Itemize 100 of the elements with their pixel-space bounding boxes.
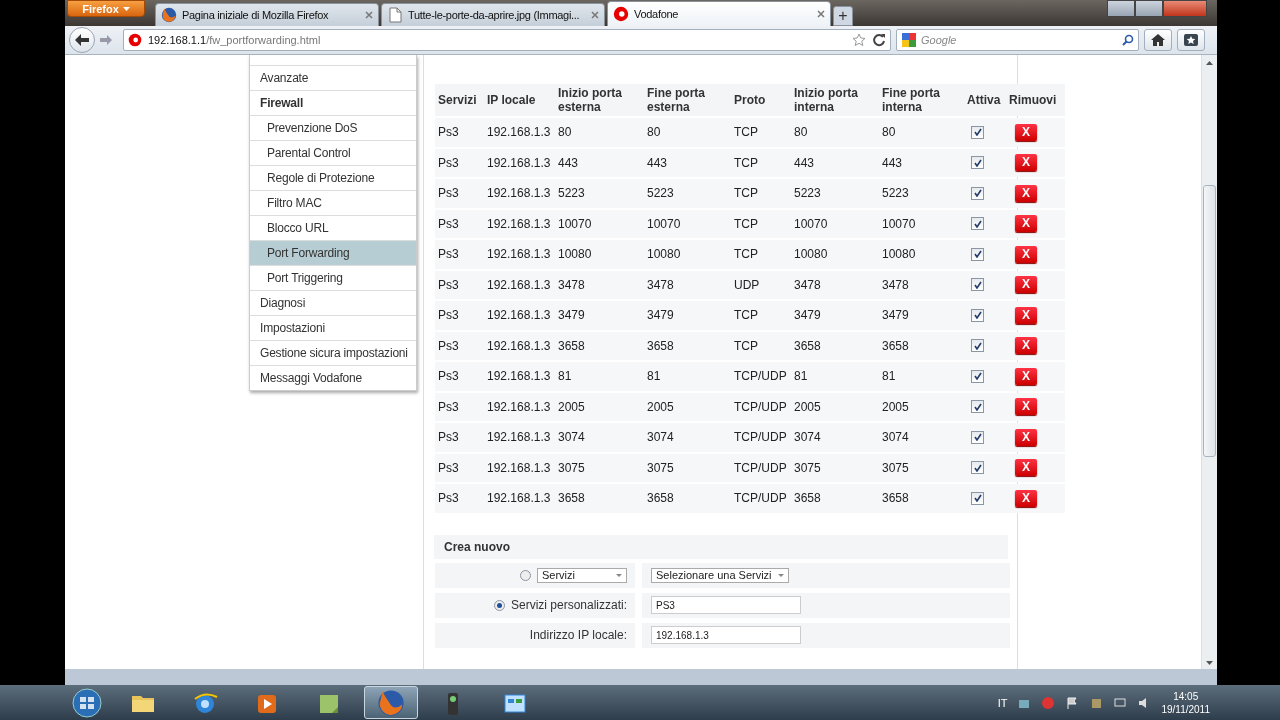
checkbox[interactable]	[971, 278, 984, 292]
table-cell: TCP/UDP	[731, 453, 791, 482]
check-icon	[973, 311, 982, 320]
nav-item[interactable]: Gestione sicura impostazioni	[250, 340, 416, 365]
checkbox[interactable]	[971, 339, 984, 353]
reload-icon[interactable]	[872, 33, 886, 47]
scroll-down-icon[interactable]	[1206, 661, 1213, 665]
scrollbar-thumb[interactable]	[1203, 185, 1216, 457]
table-cell: 3479	[644, 301, 731, 330]
flag-icon[interactable]	[1065, 695, 1080, 710]
table-cell: 192.168.1.3	[484, 484, 555, 513]
remove-button[interactable]: X	[1015, 123, 1037, 141]
remove-button[interactable]: X	[1015, 215, 1037, 233]
browser-tab[interactable]: Vodafone	[607, 1, 831, 26]
check-icon	[973, 189, 982, 198]
input-field[interactable]: PS3	[651, 596, 801, 614]
remove-button[interactable]: X	[1015, 428, 1037, 446]
nav-item[interactable]: Diagnosi	[250, 290, 416, 315]
nav-item[interactable]: Port Triggering	[250, 265, 416, 290]
nav-item[interactable]: Firewall	[250, 90, 416, 115]
star-icon[interactable]	[852, 33, 866, 47]
remove-button[interactable]: X	[1015, 184, 1037, 202]
remove-button[interactable]: X	[1015, 154, 1037, 172]
close-icon[interactable]	[591, 11, 599, 19]
input-field[interactable]: 192.168.1.3	[651, 626, 801, 644]
minimize-button[interactable]	[1107, 0, 1135, 17]
table-cell: 10070	[644, 209, 731, 238]
column-header: Fine porta esterna	[644, 84, 731, 116]
remove-button[interactable]: X	[1015, 245, 1037, 263]
table-cell: 10080	[791, 240, 879, 269]
table-cell: Ps3	[435, 331, 484, 360]
check-icon	[973, 219, 982, 228]
search-field[interactable]: Google	[896, 29, 1139, 51]
checkbox[interactable]	[971, 156, 984, 170]
close-icon[interactable]	[817, 10, 825, 18]
table-cell: 5223	[555, 179, 644, 208]
nav-item[interactable]: Impostazioni	[250, 315, 416, 340]
field-label: Servizi personalizzati:	[510, 598, 627, 612]
scroll-up-icon[interactable]	[1206, 61, 1213, 65]
table-cell: Ps3	[435, 301, 484, 330]
clock-time: 14:05	[1173, 689, 1199, 703]
table-cell: 10070	[555, 209, 644, 238]
check-icon	[973, 372, 982, 381]
radio-button[interactable]	[520, 569, 531, 581]
radio-button[interactable]	[493, 599, 505, 611]
globe-icon	[377, 688, 405, 717]
table-cell: 3075	[791, 453, 879, 482]
back-button[interactable]	[69, 27, 95, 53]
checkbox[interactable]	[971, 125, 984, 139]
table-cell: Ps3	[435, 118, 484, 147]
remove-button[interactable]: X	[1015, 306, 1037, 324]
checkbox[interactable]	[971, 247, 984, 261]
taskbar-button[interactable]	[364, 686, 418, 719]
nav-item[interactable]: Avanzate	[250, 65, 416, 90]
table-cell: TCP	[731, 331, 791, 360]
nav-item[interactable]: Regole di Protezione	[250, 165, 416, 190]
nav-item[interactable]: Prevenzione DoS	[250, 115, 416, 140]
checkbox[interactable]	[971, 491, 984, 505]
checkbox[interactable]	[971, 217, 984, 231]
browser-tab[interactable]: Tutte-le-porte-da-aprire.jpg (Immagi...	[381, 3, 605, 26]
home-button[interactable]	[1144, 29, 1172, 51]
checkbox[interactable]	[971, 369, 984, 383]
nav-item[interactable]: Messaggi Vodafone	[250, 365, 416, 390]
table-cell: 192.168.1.3	[484, 240, 555, 269]
table-cell: Ps3	[435, 148, 484, 177]
browser-tab[interactable]: Pagina iniziale di Mozilla Firefox	[155, 3, 379, 26]
nav-item[interactable]: Port Forwarding	[250, 240, 416, 265]
language-indicator[interactable]: IT	[997, 696, 1008, 709]
nav-item[interactable]: Filtro MAC	[250, 190, 416, 215]
table-cell: 192.168.1.3	[484, 423, 555, 452]
table-cell: 81	[644, 362, 731, 391]
remove-button[interactable]: X	[1015, 489, 1037, 507]
checkbox[interactable]	[971, 308, 984, 322]
remove-button[interactable]: X	[1015, 337, 1037, 355]
table-cell: 81	[879, 362, 964, 391]
close-button[interactable]	[1163, 0, 1207, 17]
table-cell: 81	[791, 362, 879, 391]
home-icon	[1151, 34, 1165, 46]
nav-item[interactable]: Parental Control	[250, 140, 416, 165]
checkbox[interactable]	[971, 461, 984, 475]
bookmarks-button[interactable]	[1177, 29, 1205, 51]
remove-button[interactable]: X	[1015, 459, 1037, 477]
service-dropdown[interactable]: Selezionare una Servizi	[651, 567, 789, 583]
remove-button[interactable]: X	[1015, 398, 1037, 416]
close-icon[interactable]	[365, 11, 373, 19]
check-icon	[973, 402, 982, 411]
checkbox[interactable]	[971, 400, 984, 414]
search-icon[interactable]	[1122, 34, 1134, 46]
remove-button[interactable]: X	[1015, 276, 1037, 294]
maximize-button[interactable]	[1135, 0, 1163, 17]
check-icon	[973, 463, 982, 472]
service-dropdown[interactable]: Servizi	[537, 567, 627, 583]
table-cell: 3658	[555, 331, 644, 360]
checkbox[interactable]	[971, 186, 984, 200]
start-button[interactable]	[72, 687, 102, 718]
checkbox[interactable]	[971, 430, 984, 444]
remove-button[interactable]: X	[1015, 367, 1037, 385]
address-bar[interactable]: 192.168.1.1/fw_portforwarding.html	[123, 29, 891, 51]
new-tab-button[interactable]: +	[833, 6, 853, 26]
monitor-icon[interactable]	[1113, 695, 1128, 710]
